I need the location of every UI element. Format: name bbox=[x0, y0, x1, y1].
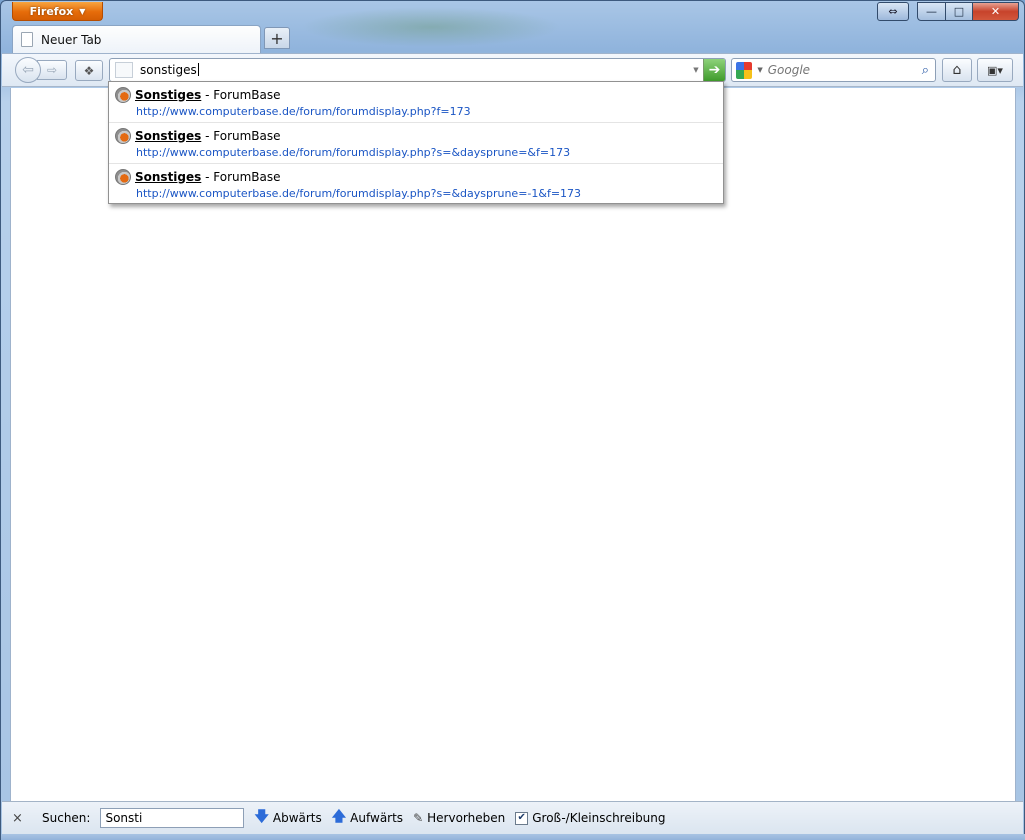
url-input[interactable]: sonstiges bbox=[140, 63, 689, 77]
autocomplete-title: Sonstiges - ForumBase bbox=[135, 169, 281, 184]
autocomplete-url: http://www.computerbase.de/forum/forumdi… bbox=[136, 146, 571, 159]
window-controls: — □ ✕ bbox=[917, 2, 1019, 21]
forward-button[interactable]: ⇨ bbox=[37, 60, 67, 80]
firefox-menu-label: Firefox bbox=[29, 4, 74, 18]
checkbox-checked-icon: ✔ bbox=[515, 811, 529, 825]
bookmarks-icon: ▣▾ bbox=[987, 63, 1003, 77]
chevron-down-icon: ▼ bbox=[79, 6, 86, 16]
bookmarks-button[interactable]: ▣▾ bbox=[977, 58, 1013, 82]
arrow-up-icon: 🡅 bbox=[331, 809, 347, 825]
fullscreen-button[interactable]: ⇔ bbox=[877, 2, 909, 21]
glass-background bbox=[301, 7, 561, 47]
autocomplete-title: Sonstiges - ForumBase bbox=[135, 128, 281, 143]
home-button[interactable]: ⌂ bbox=[942, 58, 972, 82]
forward-arrow-icon: ⇨ bbox=[46, 63, 58, 77]
back-arrow-icon: ⇦ bbox=[22, 62, 34, 78]
highlighter-icon: ✎ bbox=[413, 811, 424, 825]
engine-dropdown-icon[interactable]: ▼ bbox=[757, 66, 762, 74]
page-icon bbox=[21, 32, 33, 47]
home-icon: ⌂ bbox=[952, 62, 962, 78]
autocomplete-item[interactable]: Sonstiges - ForumBase http://www.compute… bbox=[109, 123, 723, 164]
match-case-label: Groß-/Kleinschreibung bbox=[532, 811, 666, 825]
panorama-button[interactable]: ❖ bbox=[75, 60, 103, 81]
find-previous-button[interactable]: 🡅 Aufwärts bbox=[332, 806, 403, 830]
back-button[interactable]: ⇦ bbox=[15, 57, 41, 83]
autocomplete-url: http://www.computerbase.de/forum/forumdi… bbox=[136, 105, 471, 118]
firefox-menu-button[interactable]: Firefox ▼ bbox=[12, 2, 103, 21]
close-button[interactable]: ✕ bbox=[973, 2, 1019, 21]
browser-window: Firefox ▼ ⇔ — □ ✕ Neuer Tab + ⇦ ⇨ ❖ sons… bbox=[0, 0, 1025, 840]
maximize-button[interactable]: □ bbox=[946, 2, 973, 21]
search-bar[interactable]: ▼ ⌕ bbox=[731, 58, 936, 82]
search-icon[interactable]: ⌕ bbox=[916, 63, 935, 78]
new-tab-button[interactable]: + bbox=[264, 27, 290, 49]
forumbase-favicon-icon bbox=[115, 168, 131, 185]
back-forward-group: ⇦ ⇨ bbox=[15, 57, 71, 83]
tab-neuer-tab[interactable]: Neuer Tab bbox=[12, 25, 261, 53]
go-button[interactable]: ➔ bbox=[703, 59, 725, 81]
tab-groups-icon: ❖ bbox=[83, 63, 95, 78]
autocomplete-popup: Sonstiges - ForumBase http://www.compute… bbox=[108, 81, 724, 204]
highlight-label: Hervorheben bbox=[427, 811, 506, 825]
window-bottom-border bbox=[1, 834, 1025, 840]
find-next-button[interactable]: 🡇 Abwärts bbox=[254, 806, 321, 830]
arrow-down-icon: 🡇 bbox=[254, 809, 269, 825]
find-previous-label: Aufwärts bbox=[350, 811, 404, 825]
highlight-all-button[interactable]: ✎ Hervorheben bbox=[413, 811, 505, 825]
history-dropdown-icon[interactable]: ▼ bbox=[689, 66, 703, 74]
find-bar: × Suchen: 🡇 Abwärts 🡅 Aufwärts ✎ Hervorh… bbox=[2, 801, 1023, 834]
autocomplete-item[interactable]: Sonstiges - ForumBase http://www.compute… bbox=[109, 164, 723, 205]
autocomplete-item[interactable]: Sonstiges - ForumBase http://www.compute… bbox=[109, 82, 723, 123]
autocomplete-title: Sonstiges - ForumBase bbox=[135, 87, 281, 102]
find-label: Suchen: bbox=[42, 811, 91, 825]
caption-buttons: ⇔ — □ ✕ bbox=[877, 2, 1019, 21]
minimize-button[interactable]: — bbox=[917, 2, 946, 21]
autocomplete-url: http://www.computerbase.de/forum/forumdi… bbox=[136, 187, 582, 200]
tab-label: Neuer Tab bbox=[41, 32, 102, 47]
url-bar[interactable]: sonstiges ▼ ➔ bbox=[109, 58, 726, 82]
google-icon[interactable] bbox=[736, 61, 753, 79]
match-case-checkbox[interactable]: ✔ Groß-/Kleinschreibung bbox=[515, 811, 666, 825]
forumbase-favicon-icon bbox=[115, 127, 131, 144]
find-input[interactable] bbox=[100, 808, 245, 828]
site-identity-icon[interactable] bbox=[115, 62, 133, 78]
close-icon[interactable]: × bbox=[12, 811, 34, 826]
find-next-label: Abwärts bbox=[272, 811, 322, 825]
search-input[interactable] bbox=[767, 63, 916, 77]
forumbase-favicon-icon bbox=[115, 86, 131, 103]
